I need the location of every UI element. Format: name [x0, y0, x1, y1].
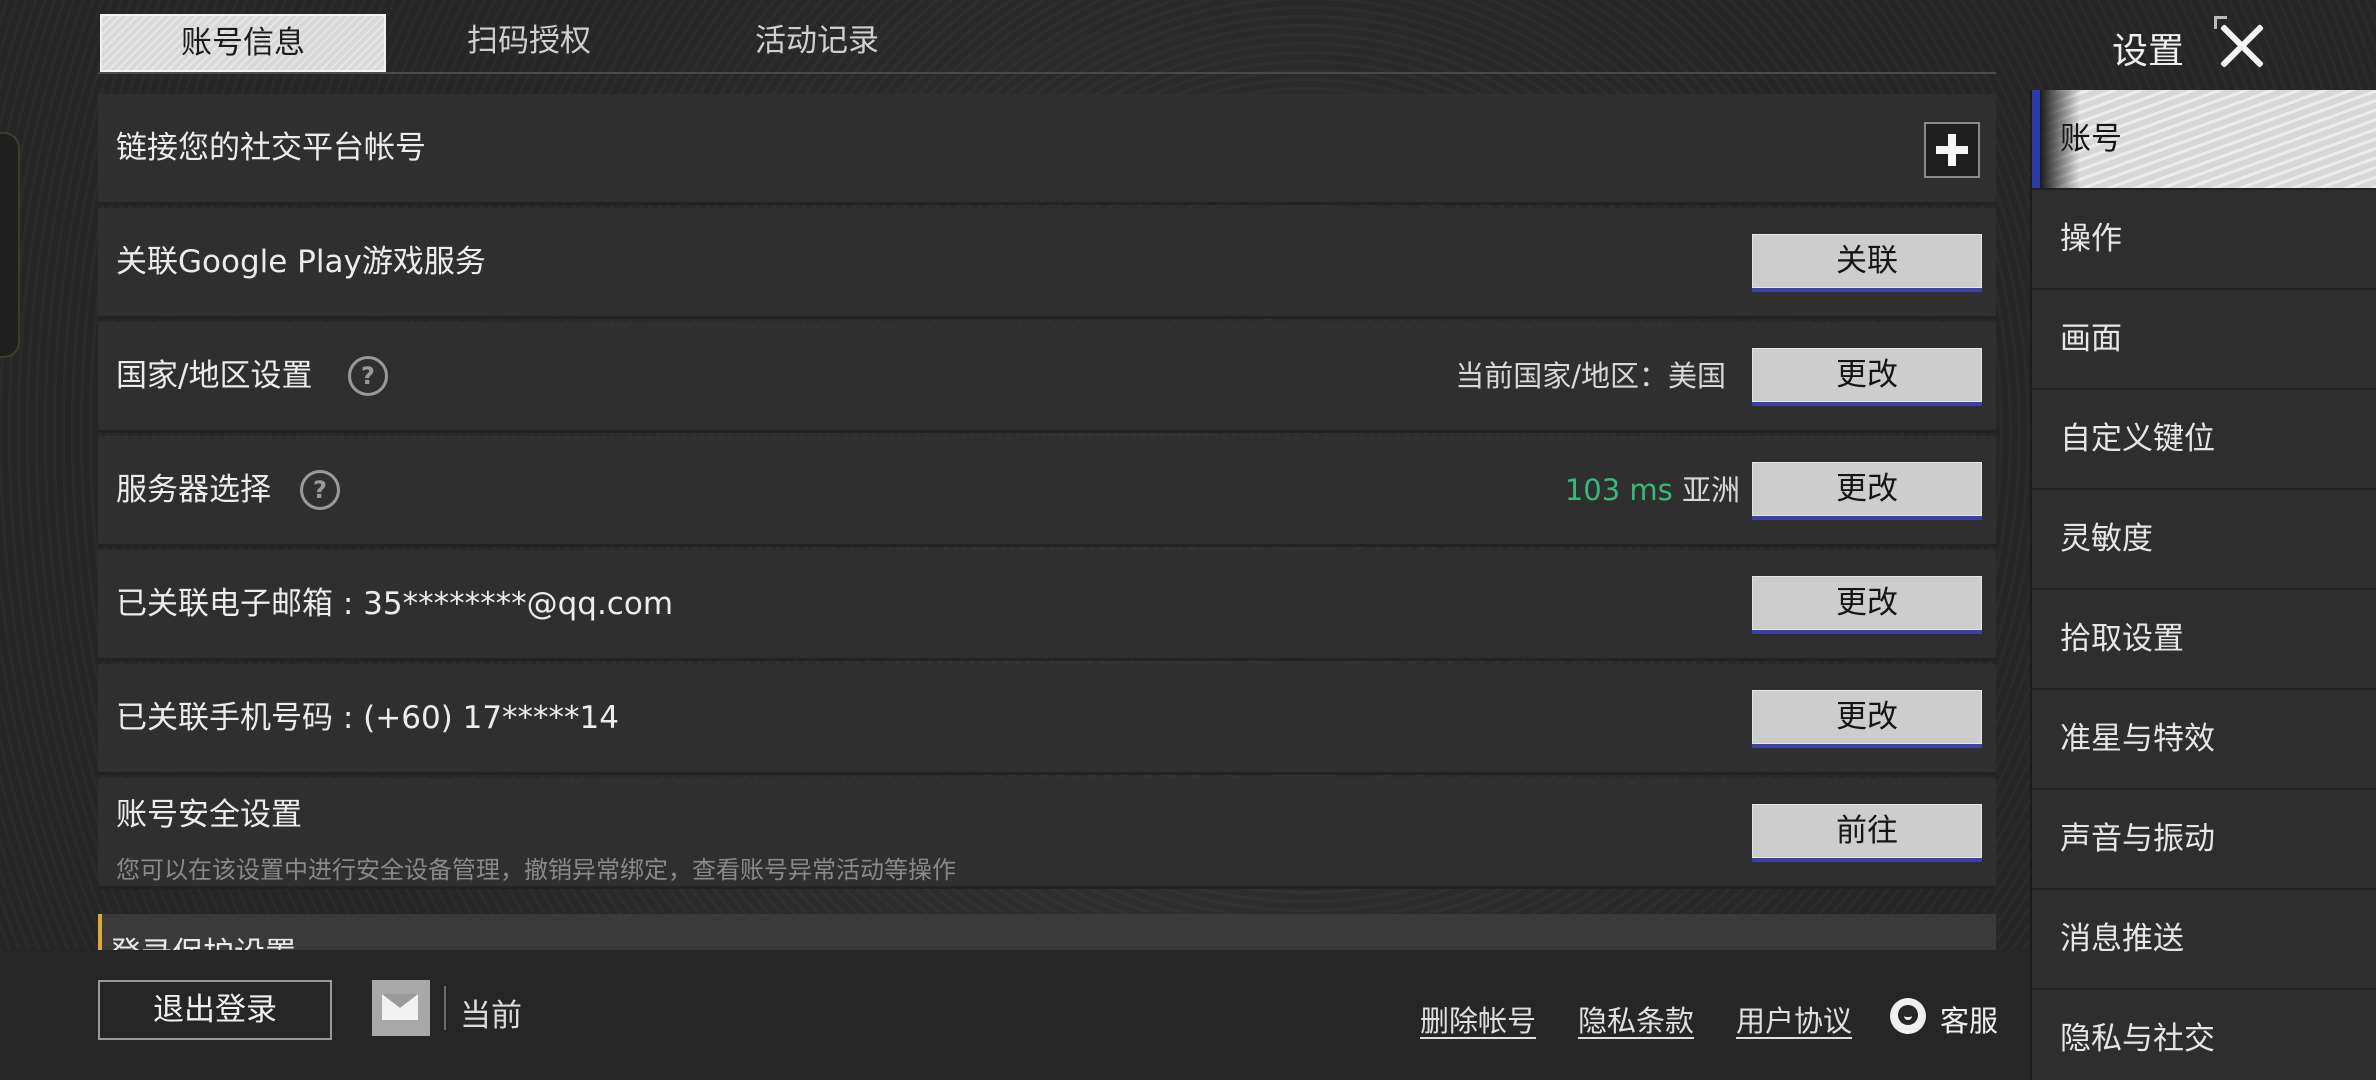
change-phone-button[interactable]: 更改 — [1752, 690, 1982, 748]
side-panel-handle[interactable] — [0, 132, 20, 358]
add-social-button[interactable] — [1924, 122, 1980, 178]
sidebar-item-pickup[interactable]: 拾取设置 — [2032, 590, 2376, 690]
row-region: 国家/地区设置 ? 当前国家/地区：美国 更改 — [98, 322, 1996, 433]
sidebar-item-account[interactable]: 账号 — [2032, 90, 2376, 190]
row-server: 服务器选择 ? 103 ms 亚洲 更改 — [98, 436, 1996, 547]
settings-sidebar: 账号 操作 画面 自定义键位 灵敏度 拾取设置 准星与特效 声音与振动 消息推送… — [2030, 90, 2376, 1080]
delete-account-link[interactable]: 删除帐号 — [1420, 998, 1536, 1040]
sidebar-item-notifications[interactable]: 消息推送 — [2032, 890, 2376, 990]
user-agreement-link[interactable]: 用户协议 — [1736, 998, 1852, 1040]
sidebar-item-crosshair[interactable]: 准星与特效 — [2032, 690, 2376, 790]
login-protection-section-header: 登录保护设置 — [98, 914, 1996, 950]
server-status: 103 ms 亚洲 — [1565, 436, 1740, 544]
security-description: 您可以在该设置中进行安全设备管理，撤销异常绑定，查看账号异常活动等操作 — [116, 856, 956, 884]
privacy-policy-link[interactable]: 隐私条款 — [1578, 998, 1694, 1040]
sidebar-item-controls[interactable]: 操作 — [2032, 190, 2376, 290]
change-server-button[interactable]: 更改 — [1752, 462, 1982, 520]
row-social-link: 链接您的社交平台帐号 — [98, 94, 1996, 205]
social-link-label: 链接您的社交平台帐号 — [116, 130, 426, 166]
section-accent-bar — [98, 914, 102, 950]
go-security-button[interactable]: 前往 — [1752, 804, 1982, 862]
change-email-button[interactable]: 更改 — [1752, 576, 1982, 634]
tab-qr-authorize[interactable]: 扫码授权 — [388, 14, 670, 68]
top-tab-bar: 账号信息 扫码授权 活动记录 — [98, 14, 1996, 74]
current-account-label: 当前 — [460, 998, 522, 1034]
server-help-icon[interactable]: ? — [300, 470, 340, 510]
sidebar-item-graphics[interactable]: 画面 — [2032, 290, 2376, 390]
page-title: 设置 — [2112, 31, 2185, 72]
google-play-label: 关联Google Play游戏服务 — [116, 244, 486, 280]
row-email: 已关联电子邮箱 : 35********@qq.com 更改 — [98, 550, 1996, 661]
customer-service-icon[interactable] — [1890, 998, 1926, 1034]
row-account-security: 账号安全设置 您可以在该设置中进行安全设备管理，撤销异常绑定，查看账号异常活动等… — [98, 778, 1996, 889]
change-region-button[interactable]: 更改 — [1752, 348, 1982, 406]
row-phone: 已关联手机号码 : (+60) 17*****14 更改 — [98, 664, 1996, 775]
close-button[interactable] — [2212, 16, 2272, 76]
current-region-text: 当前国家/地区：美国 — [1455, 359, 1726, 393]
sidebar-item-custom-keys[interactable]: 自定义键位 — [2032, 390, 2376, 490]
customer-service-link[interactable]: 客服 — [1940, 998, 1998, 1040]
security-label: 账号安全设置 — [116, 797, 302, 833]
region-help-icon[interactable]: ? — [348, 356, 388, 396]
phone-label: 已关联手机号码 : (+60) 17*****14 — [116, 700, 620, 736]
link-google-button[interactable]: 关联 — [1752, 234, 1982, 292]
sidebar-item-sensitivity[interactable]: 灵敏度 — [2032, 490, 2376, 590]
mail-button[interactable] — [372, 980, 430, 1036]
row-google-play: 关联Google Play游戏服务 关联 — [98, 208, 1996, 319]
server-ping: 103 ms — [1564, 473, 1673, 507]
server-region: 亚洲 — [1681, 473, 1740, 507]
sidebar-item-privacy[interactable]: 隐私与社交 — [2032, 990, 2376, 1080]
email-label: 已关联电子邮箱 : 35********@qq.com — [116, 586, 674, 622]
tab-account-info[interactable]: 账号信息 — [100, 14, 386, 72]
server-label: 服务器选择 — [116, 472, 271, 508]
bottom-divider — [444, 986, 446, 1030]
logout-button[interactable]: 退出登录 — [98, 980, 332, 1040]
tab-activity-log[interactable]: 活动记录 — [676, 14, 958, 68]
sidebar-item-audio[interactable]: 声音与振动 — [2032, 790, 2376, 890]
login-protection-label: 登录保护设置 — [110, 928, 296, 950]
region-label: 国家/地区设置 — [116, 358, 313, 394]
